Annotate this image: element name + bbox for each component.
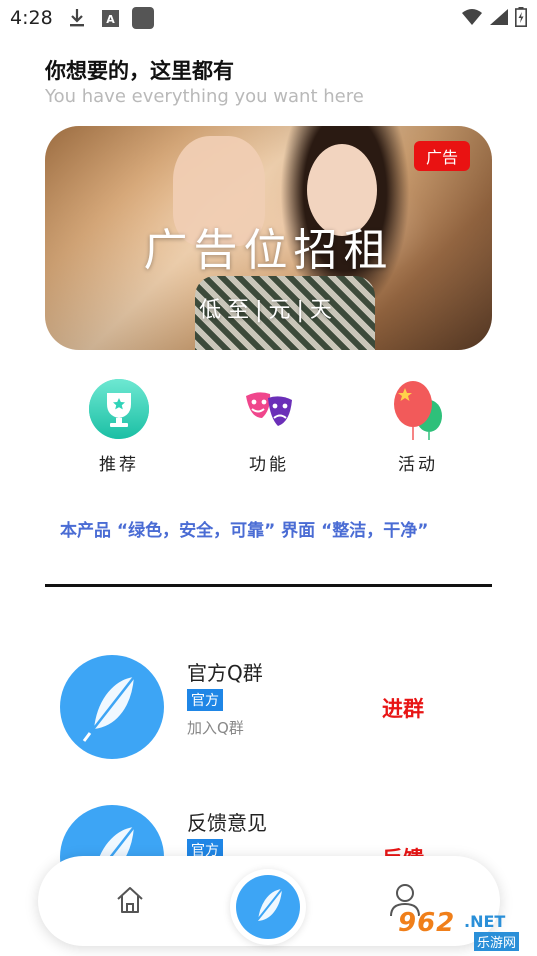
page-title: 你想要的，这里都有 (45, 59, 234, 83)
balloons-icon (387, 378, 449, 440)
site-watermark: 962 .NET 乐游网 (398, 908, 532, 952)
watermark-domain: .NET (464, 912, 506, 931)
battery-charging-icon (515, 7, 527, 31)
feature-functions[interactable]: 功能 (219, 378, 319, 475)
watermark-number: 962 (398, 908, 456, 938)
section-divider (45, 584, 492, 587)
svg-text:A: A (106, 13, 115, 26)
list-item-name: 反馈意见 (187, 811, 267, 835)
a-badge-icon: A (102, 10, 119, 31)
ad-tag-badge: 广告 (413, 141, 470, 171)
feature-recommend[interactable]: 推荐 (69, 378, 169, 475)
product-slogan: 本产品 “绿色，安全，可靠” 界面 “整洁，干净” (60, 521, 429, 541)
list-item-name: 官方Q群 (187, 661, 263, 685)
feather-icon (236, 875, 300, 939)
banner-headline: 广告位招租 (143, 225, 394, 276)
ad-banner[interactable]: 广告 广告位招租 低至|元|天 (45, 126, 492, 350)
signal-icon (489, 8, 509, 30)
feather-icon (60, 655, 164, 759)
download-icon (68, 8, 86, 32)
feature-activities[interactable]: 活动 (368, 378, 468, 475)
watermark-site-name: 乐游网 (474, 932, 520, 951)
list-item-description: 加入Q群 (187, 719, 244, 737)
square-icon (132, 7, 154, 33)
page-subtitle: You have everything you want here (45, 86, 364, 107)
list-item-official-qq-group[interactable]: 官方Q群 官方 加入Q群 进群 (60, 655, 480, 765)
wifi-icon (461, 8, 483, 30)
nav-center-button[interactable] (230, 869, 306, 945)
feature-functions-label: 功能 (249, 455, 289, 475)
status-time: 4:28 (10, 7, 53, 29)
theater-masks-icon (238, 378, 300, 440)
feature-recommend-label: 推荐 (99, 455, 139, 475)
status-bar: 4:28 A (0, 0, 537, 36)
official-badge: 官方 (187, 689, 223, 711)
banner-subline: 低至|元|天 (199, 298, 338, 323)
feature-row: 推荐 功能 活动 (0, 378, 537, 478)
trophy-icon (88, 378, 150, 440)
home-icon[interactable] (114, 884, 146, 920)
feature-activities-label: 活动 (398, 455, 438, 475)
join-group-button[interactable]: 进群 (382, 693, 424, 723)
